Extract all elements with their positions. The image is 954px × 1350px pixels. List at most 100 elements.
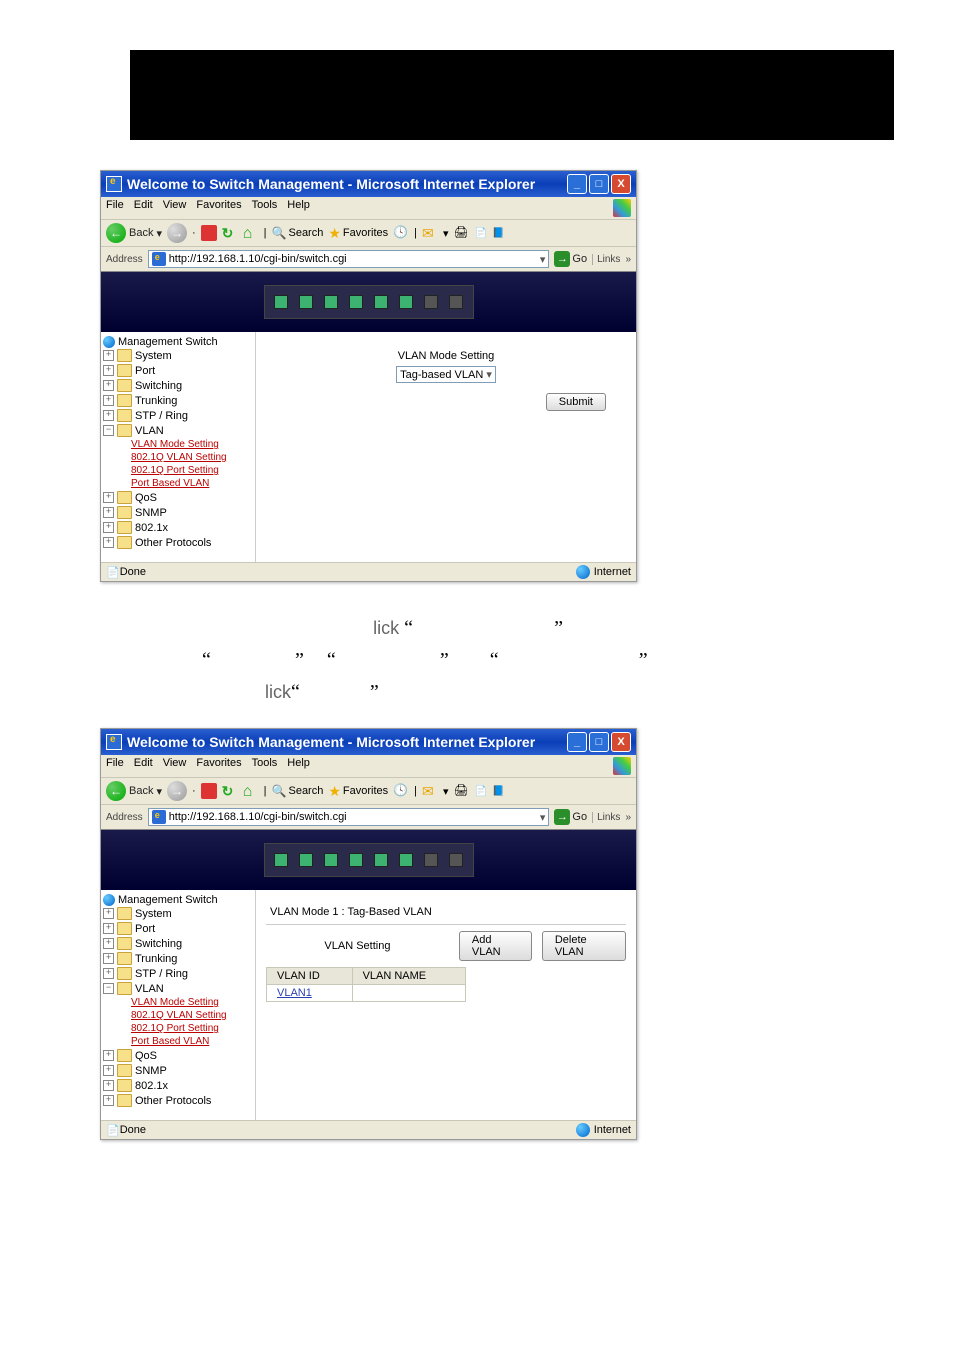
menu-tools[interactable]: Tools: [252, 199, 278, 217]
home-icon[interactable]: [243, 783, 259, 799]
menu-view[interactable]: View: [163, 757, 187, 775]
nav-tree: Management Switch +System +Port +Switchi…: [101, 890, 256, 1120]
url-text: http://192.168.1.10/cgi-bin/switch.cgi: [169, 253, 347, 265]
vlan-id-link[interactable]: VLAN1: [277, 987, 312, 999]
minimize-button[interactable]: _: [567, 732, 587, 752]
go-button[interactable]: Go: [554, 809, 587, 825]
tree-other[interactable]: +Other Protocols: [103, 535, 253, 550]
tree-vlan-portbased[interactable]: Port Based VLAN: [131, 477, 253, 490]
print-icon[interactable]: [454, 783, 470, 799]
search-button[interactable]: Search: [272, 784, 324, 798]
add-vlan-button[interactable]: Add VLAN: [459, 931, 532, 961]
tree-trunking[interactable]: +Trunking: [103, 393, 253, 408]
tree-switching[interactable]: +Switching: [103, 378, 253, 393]
menu-favorites[interactable]: Favorites: [196, 757, 241, 775]
redaction-bar: [130, 50, 894, 140]
tree-vlan-8021q[interactable]: 802.1Q VLAN Setting: [131, 451, 253, 464]
stop-icon[interactable]: [201, 783, 217, 799]
statusbar: 📄 Done Internet: [101, 1120, 636, 1139]
nav-tree: Management Switch +System +Port +Switchi…: [101, 332, 256, 562]
menu-file[interactable]: File: [106, 199, 124, 217]
delete-vlan-button[interactable]: Delete VLAN: [542, 931, 626, 961]
tree-root[interactable]: Management Switch: [103, 336, 253, 348]
address-bar: Address http://192.168.1.10/cgi-bin/swit…: [101, 247, 636, 272]
toolbar: Back ▾ · | Search Favorites | ▾ 📄 📘: [101, 778, 636, 805]
menu-edit[interactable]: Edit: [134, 757, 153, 775]
maximize-button[interactable]: □: [589, 732, 609, 752]
toolbar-extra-icon[interactable]: 📄: [475, 786, 487, 797]
main-panel-2: VLAN Mode 1 : Tag-Based VLAN VLAN Settin…: [256, 890, 636, 1120]
tree-root[interactable]: Management Switch: [103, 894, 253, 906]
statusbar: 📄 Done Internet: [101, 562, 636, 581]
submit-button[interactable]: Submit: [546, 393, 606, 411]
tree-vlan-mode[interactable]: VLAN Mode Setting: [131, 996, 253, 1009]
window-title: Welcome to Switch Management - Microsoft…: [127, 734, 535, 750]
tree-system[interactable]: +System: [103, 348, 253, 363]
tree-trunking[interactable]: +Trunking: [103, 951, 253, 966]
toolbar-extra-icon[interactable]: 📄: [475, 228, 487, 239]
main-panel-1: VLAN Mode Setting Tag-based VLAN Submit: [256, 332, 636, 562]
tree-vlan-port[interactable]: 802.1Q Port Setting: [131, 464, 253, 477]
tree-qos[interactable]: +QoS: [103, 1048, 253, 1063]
tree-other[interactable]: +Other Protocols: [103, 1093, 253, 1108]
toolbar-extra-icon-2[interactable]: 📘: [492, 228, 504, 239]
print-icon[interactable]: [454, 225, 470, 241]
close-button[interactable]: X: [611, 732, 631, 752]
home-icon[interactable]: [243, 225, 259, 241]
history-icon[interactable]: [393, 783, 409, 799]
stop-icon[interactable]: [201, 225, 217, 241]
favorites-button[interactable]: Favorites: [328, 783, 388, 800]
tree-system[interactable]: +System: [103, 906, 253, 921]
close-button[interactable]: X: [611, 174, 631, 194]
menu-edit[interactable]: Edit: [134, 199, 153, 217]
tree-port[interactable]: +Port: [103, 363, 253, 378]
back-button[interactable]: Back ▾: [106, 223, 162, 243]
search-button[interactable]: Search: [272, 226, 324, 240]
favorites-button[interactable]: Favorites: [328, 225, 388, 242]
tree-vlan[interactable]: −VLAN: [103, 423, 253, 438]
links-label[interactable]: Links: [592, 254, 620, 265]
mail-icon[interactable]: [422, 783, 438, 799]
col-vlan-id: VLAN ID: [267, 968, 353, 985]
mail-icon[interactable]: [422, 225, 438, 241]
tree-stp[interactable]: +STP / Ring: [103, 966, 253, 981]
tree-vlan-8021q[interactable]: 802.1Q VLAN Setting: [131, 1009, 253, 1022]
menu-tools[interactable]: Tools: [252, 757, 278, 775]
tree-snmp[interactable]: +SNMP: [103, 1063, 253, 1078]
go-button[interactable]: Go: [554, 251, 587, 267]
minimize-button[interactable]: _: [567, 174, 587, 194]
device-header-image: [101, 830, 636, 890]
tree-port[interactable]: +Port: [103, 921, 253, 936]
maximize-button[interactable]: □: [589, 174, 609, 194]
tree-snmp[interactable]: +SNMP: [103, 505, 253, 520]
menu-file[interactable]: File: [106, 757, 124, 775]
tree-qos[interactable]: +QoS: [103, 490, 253, 505]
links-label[interactable]: Links: [592, 812, 620, 823]
tree-vlan-port[interactable]: 802.1Q Port Setting: [131, 1022, 253, 1035]
address-input[interactable]: http://192.168.1.10/cgi-bin/switch.cgi ▾: [148, 808, 550, 826]
tree-switching[interactable]: +Switching: [103, 936, 253, 951]
menu-help[interactable]: Help: [287, 757, 310, 775]
windows-logo-icon: [613, 199, 631, 217]
forward-button[interactable]: [167, 781, 187, 801]
menu-view[interactable]: View: [163, 199, 187, 217]
tree-vlan-mode[interactable]: VLAN Mode Setting: [131, 438, 253, 451]
address-input[interactable]: http://192.168.1.10/cgi-bin/switch.cgi ▾: [148, 250, 550, 268]
tree-8021x[interactable]: +802.1x: [103, 520, 253, 535]
menu-help[interactable]: Help: [287, 199, 310, 217]
refresh-icon[interactable]: [222, 225, 238, 241]
forward-button[interactable]: [167, 223, 187, 243]
address-label: Address: [106, 254, 143, 265]
tree-8021x[interactable]: +802.1x: [103, 1078, 253, 1093]
tree-vlan[interactable]: −VLAN: [103, 981, 253, 996]
titlebar: Welcome to Switch Management - Microsoft…: [101, 171, 636, 197]
vlan-mode-select[interactable]: Tag-based VLAN: [396, 366, 496, 383]
refresh-icon[interactable]: [222, 783, 238, 799]
back-button[interactable]: Back ▾: [106, 781, 162, 801]
tree-stp[interactable]: +STP / Ring: [103, 408, 253, 423]
menu-favorites[interactable]: Favorites: [196, 199, 241, 217]
history-icon[interactable]: [393, 225, 409, 241]
toolbar-extra-icon-2[interactable]: 📘: [492, 786, 504, 797]
tree-vlan-portbased[interactable]: Port Based VLAN: [131, 1035, 253, 1048]
status-done: Done: [120, 1124, 146, 1136]
